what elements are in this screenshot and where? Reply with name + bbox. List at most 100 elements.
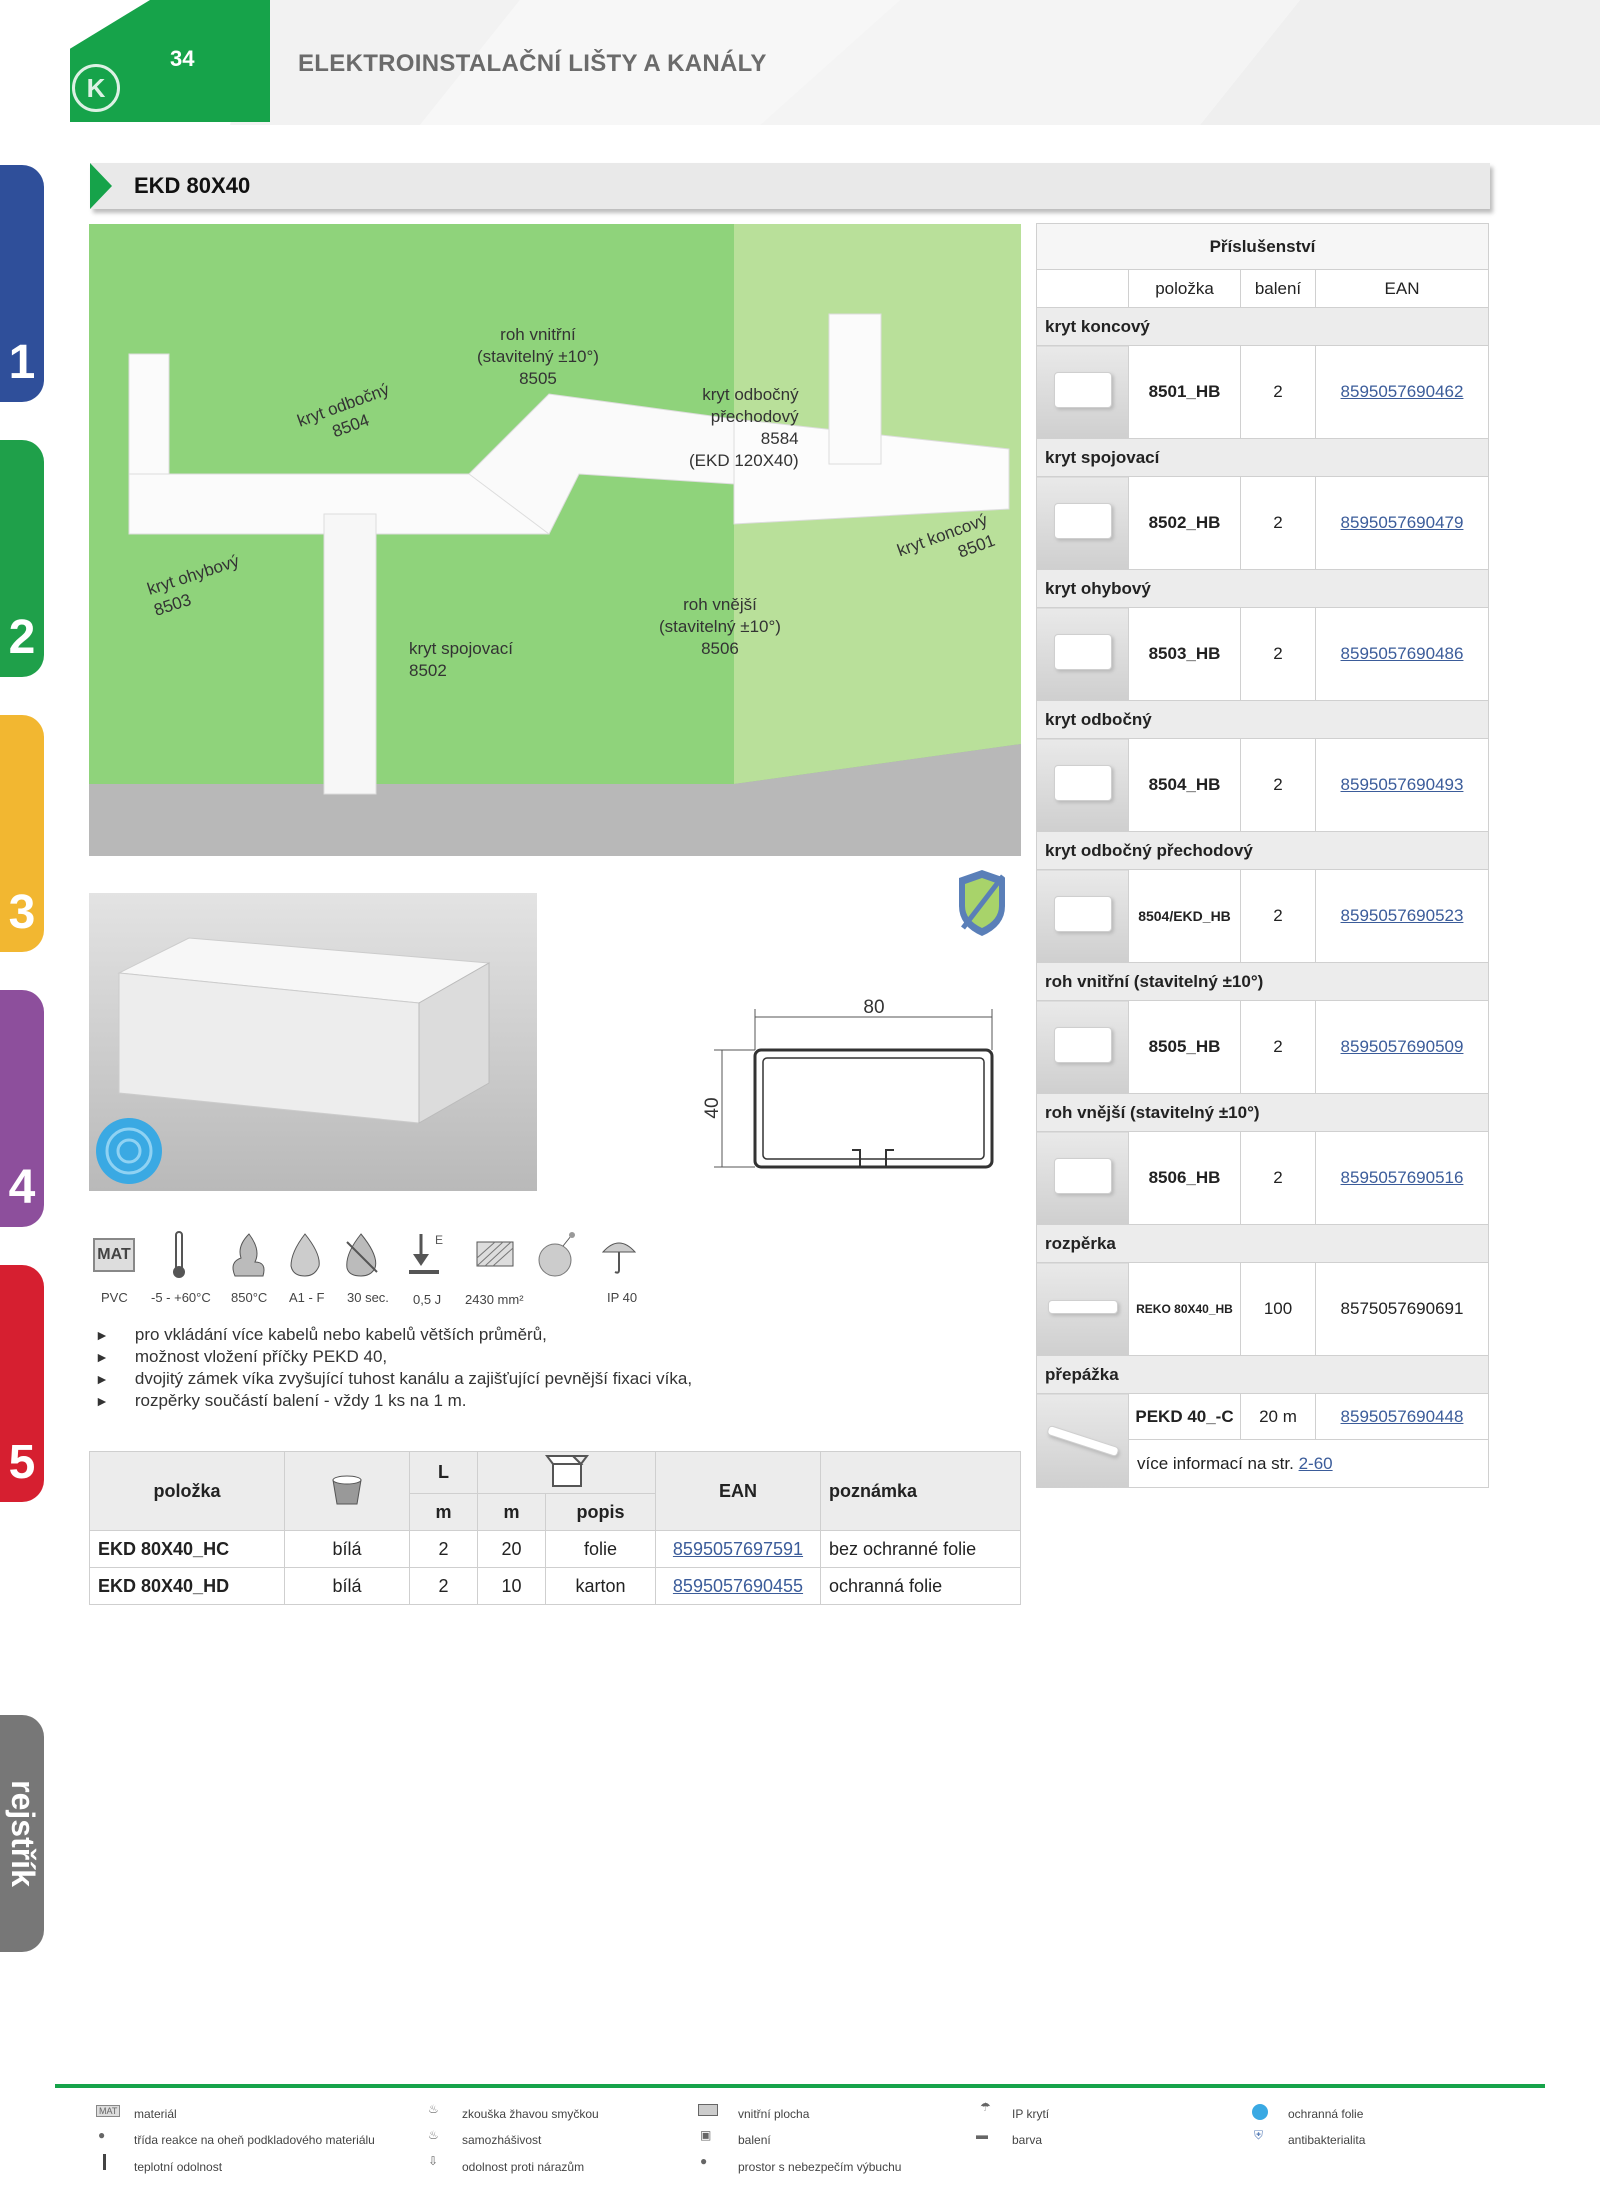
- accessory-image: [1036, 1262, 1129, 1356]
- accessory-image: [1036, 607, 1129, 701]
- package-icon: ▣: [700, 2128, 712, 2142]
- impact-icon: E: [409, 1233, 443, 1274]
- accessory-image: [1036, 738, 1129, 832]
- accessory-item: REKO 80X40_HB: [1128, 1262, 1241, 1356]
- legend-glow-wire: zkouška žhavou smyčkou: [462, 2107, 599, 2121]
- accessory-pack: 100: [1240, 1262, 1316, 1356]
- group-title: kryt ohybový: [1036, 569, 1489, 608]
- side-tab-1[interactable]: 1: [0, 165, 44, 402]
- accessory-item: 8502_HB: [1128, 476, 1241, 570]
- accessory-pack: 2: [1240, 607, 1316, 701]
- installation-illustration: [89, 224, 1021, 856]
- header-ean: EAN: [655, 1451, 821, 1531]
- legend-color: barva: [1012, 2133, 1043, 2147]
- property-icons: MAT E PVC -5 - +60°C 850°C A1 - F 30 sec…: [89, 1228, 659, 1308]
- label-8502: kryt spojovací 8502: [409, 639, 513, 680]
- legend-self-extinguish: samozhášivost: [462, 2133, 542, 2147]
- flame-class-icon: [290, 1233, 320, 1277]
- side-tab-2[interactable]: 2: [0, 440, 44, 677]
- accessory-item: 8501_HB: [1128, 345, 1241, 439]
- row-description: folie: [545, 1530, 656, 1568]
- prop-label-temperature: -5 - +60°C: [151, 1290, 211, 1305]
- header-ean: EAN: [1315, 269, 1489, 308]
- legend-explosion: prostor s nebezpečím výbuchu: [738, 2160, 902, 2174]
- antibacterial-icon: [959, 870, 1005, 936]
- ean-link[interactable]: 8595057690516: [1341, 1168, 1464, 1187]
- more-info-text: více informací na str.: [1137, 1453, 1294, 1473]
- group-title: kryt odbočný přechodový: [1036, 831, 1489, 870]
- row-meters: 20: [477, 1530, 546, 1568]
- header-unit-m2: m: [477, 1493, 546, 1531]
- ean-link[interactable]: 8595057690509: [1341, 1037, 1464, 1056]
- table-row: EKD 80X40_HC bílá 2 20 folie 85950576975…: [89, 1530, 1021, 1568]
- product-table: položka L EAN poznámka m m popis EKD 80X…: [89, 1451, 1021, 1605]
- section-title: EKD 80X40: [134, 173, 251, 198]
- accessory-image: [1036, 476, 1129, 570]
- legend-temperature: teplotní odolnost: [134, 2160, 223, 2174]
- thermometer-icon: [103, 2154, 106, 2170]
- ean-link[interactable]: 8595057690493: [1341, 775, 1464, 794]
- area-icon: [698, 2104, 718, 2116]
- more-info-link[interactable]: 2-60: [1299, 1454, 1333, 1473]
- ean-link[interactable]: 8595057690523: [1341, 906, 1464, 925]
- side-tab-4[interactable]: 4: [0, 990, 44, 1227]
- accessory-pack: 2: [1240, 476, 1316, 570]
- header-item: položka: [1128, 269, 1241, 308]
- ean-link[interactable]: 8595057690455: [673, 1576, 803, 1596]
- explosion-icon: [538, 1232, 575, 1277]
- feature-item: ► rozpěrky součástí balení - vždy 1 ks na…: [95, 1391, 467, 1410]
- accessory-item: 8504/EKD_HB: [1128, 869, 1241, 963]
- header-length: L: [409, 1451, 478, 1494]
- row-length: 2: [409, 1567, 478, 1605]
- cross-section-drawing: 80 40: [702, 997, 994, 1169]
- mat-icon: MAT: [96, 2105, 121, 2117]
- svg-text:E: E: [435, 1233, 443, 1247]
- header-package: [477, 1451, 656, 1494]
- flame-class-icon: ●: [98, 2128, 106, 2142]
- feature-list: ► pro vkládání více kabelů nebo kabelů vě…: [95, 1324, 692, 1412]
- accessories-table: Příslušenství položka balení EAN kryt konc…: [1036, 223, 1489, 1488]
- legend-ip: IP krytí: [1012, 2107, 1050, 2121]
- header-image: [1036, 269, 1129, 308]
- ean-link[interactable]: 8595057690448: [1341, 1407, 1464, 1426]
- side-tab-3[interactable]: 3: [0, 715, 44, 952]
- prop-label-self-extinguish: 30 sec.: [347, 1290, 389, 1305]
- ean-link[interactable]: 8595057697591: [673, 1539, 803, 1559]
- accessory-ean: 8575057690691: [1315, 1262, 1489, 1356]
- accessory-item: 8504_HB: [1128, 738, 1241, 832]
- legend-impact: odolnost proti nárazům: [462, 2160, 585, 2174]
- ean-link[interactable]: 8595057690479: [1341, 513, 1464, 532]
- row-item: EKD 80X40_HC: [89, 1530, 285, 1568]
- label-8505: roh vnitřní (stavitelný ±10°) 8505: [477, 325, 599, 388]
- accessory-pack: 2: [1240, 738, 1316, 832]
- accessory-item: 8505_HB: [1128, 1000, 1241, 1094]
- header-description: popis: [545, 1493, 656, 1531]
- self-extinguishing-icon: ♨: [428, 2128, 439, 2142]
- ean-link[interactable]: 8595057690462: [1341, 382, 1464, 401]
- accessory-pack: 2: [1240, 1000, 1316, 1094]
- row-note: ochranná folie: [820, 1567, 1021, 1605]
- header-pack: balení: [1240, 269, 1316, 308]
- legend-antibacterial: antibakterialita: [1288, 2133, 1366, 2147]
- side-tab-index[interactable]: rejstřík: [0, 1715, 44, 1952]
- group-title: kryt spojovací: [1036, 438, 1489, 477]
- ean-link[interactable]: 8595057690486: [1341, 644, 1464, 663]
- row-description: karton: [545, 1567, 656, 1605]
- accessory-pack: 2: [1240, 345, 1316, 439]
- accessory-item: 8503_HB: [1128, 607, 1241, 701]
- feature-item: ► dvojitý zámek víka zvyšující tuhost kan…: [95, 1369, 693, 1388]
- legend-foil: ochranná folie: [1288, 2107, 1364, 2121]
- accessory-image: [1036, 345, 1129, 439]
- dimension-height: 40: [702, 1097, 723, 1118]
- table-row: EKD 80X40_HD bílá 2 10 karton 8595057690…: [89, 1567, 1021, 1605]
- impact-icon: ⇩: [428, 2154, 439, 2168]
- side-tab-5[interactable]: 5: [0, 1265, 44, 1502]
- row-meters: 10: [477, 1567, 546, 1605]
- accessory-item: 8506_HB: [1128, 1131, 1241, 1225]
- accessory-item: PEKD 40_-C: [1128, 1393, 1241, 1440]
- group-title: roh vnější (stavitelný ±10°): [1036, 1093, 1489, 1132]
- accessories-title: Příslušenství: [1036, 223, 1489, 270]
- section-bar: [90, 163, 1490, 209]
- row-item: EKD 80X40_HD: [89, 1567, 285, 1605]
- glow-wire-icon: [232, 1233, 265, 1277]
